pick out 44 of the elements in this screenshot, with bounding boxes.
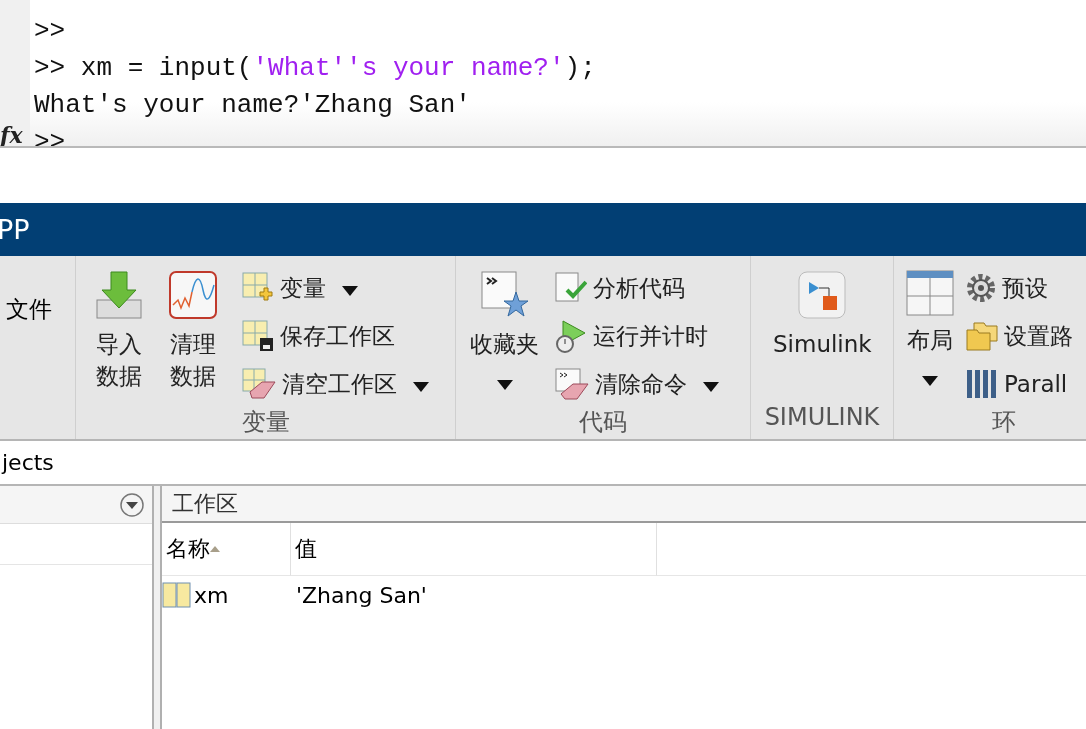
table-cell: xm (194, 582, 229, 608)
ribbon-button[interactable]: 设置路 (966, 314, 1073, 358)
document-check-icon (555, 272, 587, 304)
star-document-icon (479, 270, 530, 320)
folder-icon (966, 321, 998, 351)
ribbon-button[interactable]: 清理 数据 (168, 264, 218, 406)
download-arrow-icon (94, 270, 144, 320)
prompt: >> (34, 15, 67, 48)
ribbon-button[interactable]: 收藏夹 (470, 264, 539, 406)
ribbon-button[interactable]: Parall (966, 362, 1073, 406)
table-save-icon (242, 320, 274, 352)
ribbon-button[interactable]: 导入 数据 (94, 264, 144, 406)
ribbon-button[interactable]: 运行并计时 (555, 314, 719, 358)
ribbon-button[interactable]: 变量 (242, 266, 429, 310)
play-stopwatch-icon (555, 319, 587, 353)
dropdown-circle-icon[interactable] (120, 492, 144, 517)
section-label: 代码 (579, 408, 627, 436)
ribbon-button[interactable]: 预设 (966, 266, 1073, 310)
output-line: What's your name?'Zhang San' (34, 89, 472, 122)
section-label: 环 (991, 408, 1016, 436)
table-add-icon (242, 272, 274, 304)
ribbon-button[interactable]: Simulink (773, 264, 872, 403)
bars-icon (966, 369, 998, 399)
waveform-icon (168, 270, 218, 320)
layout-grid-icon (906, 270, 954, 316)
ribbon-label: 文件 (6, 295, 52, 324)
document-eraser-icon (555, 368, 589, 400)
table-cell: 'Zhang San' (296, 582, 427, 608)
command-line: >> xm = input('What''s your name?'); (34, 52, 596, 85)
ribbon-button[interactable]: 分析代码 (555, 266, 719, 310)
section-label: SIMULINK (764, 403, 880, 431)
window-title: PP (0, 214, 30, 245)
column-header[interactable]: 值 (291, 523, 657, 576)
panel-title: 工作区 (172, 489, 238, 518)
simulink-block-icon (797, 270, 848, 320)
settings-icon (966, 273, 996, 303)
column-header[interactable]: 名称 (162, 523, 291, 576)
ribbon-button[interactable]: 清除命令 (555, 362, 719, 406)
ribbon-button[interactable]: 布局 (906, 264, 954, 406)
char-array-icon (162, 582, 192, 608)
ribbon-button[interactable]: 保存工作区 (242, 314, 429, 358)
ribbon-button[interactable]: 清空工作区 (242, 362, 429, 406)
section-label: 变量 (241, 408, 290, 436)
table-eraser-icon (242, 368, 276, 400)
